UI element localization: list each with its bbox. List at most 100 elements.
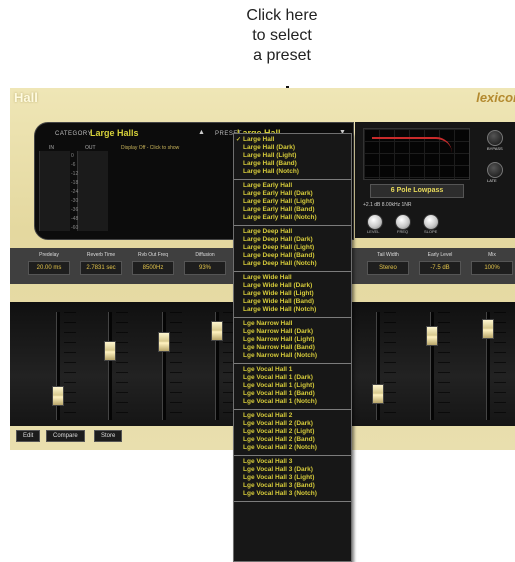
- param-rvb-out-freq[interactable]: Rvb Out Freq 8500Hz: [132, 252, 174, 278]
- preset-menu-item[interactable]: Lge Vocal Hall 2 (Light): [234, 428, 351, 436]
- preset-menu-item[interactable]: Large Early Hall (Dark): [234, 190, 351, 198]
- preset-menu-item[interactable]: Lge Vocal Hall 2 (Band): [234, 436, 351, 444]
- preset-menu-item-label: Large Hall (Band): [243, 160, 297, 167]
- preset-menu-item[interactable]: Large Deep Hall (Band): [234, 252, 351, 260]
- param-value[interactable]: Stereo: [367, 261, 409, 275]
- preset-menu-item[interactable]: Large Wide Hall (Band): [234, 298, 351, 306]
- preset-menu-item[interactable]: Lge Vocal Hall 1 (Light): [234, 382, 351, 390]
- fader-handle[interactable]: [372, 384, 384, 404]
- preset-group: ✓ Large Hall Large Hall (Dark) Large Hall (…: [234, 134, 351, 180]
- fader-scale: [116, 312, 128, 420]
- preset-menu-item[interactable]: Lge Narrow Hall: [234, 320, 351, 328]
- display-status-text[interactable]: Display Off - Click to show: [121, 145, 179, 151]
- param-value[interactable]: -7.5 dB: [419, 261, 461, 275]
- preset-group: Lge Vocal Hall 2 Lge Vocal Hall 2 (Dark) L…: [234, 410, 351, 456]
- category-label: CATEGORY: [55, 131, 93, 137]
- preset-menu-item-label: Large Hall (Light): [243, 152, 297, 159]
- preset-menu-item[interactable]: Large Early Hall: [234, 182, 351, 190]
- preset-menu-item-label: Lge Vocal Hall 2 (Light): [243, 428, 315, 435]
- fader-handle[interactable]: [426, 326, 438, 347]
- preset-menu-item-label: Lge Narrow Hall: [243, 320, 293, 327]
- preset-menu-item[interactable]: Large Wide Hall: [234, 274, 351, 282]
- param-tail-width[interactable]: Tail Width Stereo: [367, 252, 409, 278]
- late-button[interactable]: [487, 162, 503, 178]
- param-value[interactable]: 93%: [184, 261, 226, 275]
- preset-group: Lge Narrow Hall Lge Narrow Hall (Dark) Lge…: [234, 318, 351, 364]
- preset-menu-item[interactable]: Lge Vocal Hall 1: [234, 366, 351, 374]
- preset-menu-item[interactable]: Lge Vocal Hall 3 (Band): [234, 482, 351, 490]
- fader-scale: [384, 312, 396, 420]
- filter-mode-select[interactable]: 6 Pole Lowpass: [370, 184, 464, 198]
- preset-menu-item[interactable]: Lge Vocal Hall 3: [234, 458, 351, 466]
- preset-menu-item[interactable]: Lge Narrow Hall (Notch): [234, 352, 351, 360]
- preset-group: Lge Vocal Hall 1 Lge Vocal Hall 1 (Dark) L…: [234, 364, 351, 410]
- preset-menu-item[interactable]: Lge Vocal Hall 3 (Dark): [234, 466, 351, 474]
- preset-menu-item[interactable]: Lge Narrow Hall (Dark): [234, 328, 351, 336]
- param-predelay[interactable]: Predelay 20.00 ms: [28, 252, 70, 278]
- meter-tick: -18: [71, 180, 79, 186]
- param-value[interactable]: 100%: [471, 261, 513, 275]
- preset-menu-item[interactable]: Large Early Hall (Band): [234, 206, 351, 214]
- preset-menu-item[interactable]: Lge Vocal Hall 1 (Dark): [234, 374, 351, 382]
- preset-menu-item[interactable]: Large Hall (Light): [234, 152, 351, 160]
- param-value[interactable]: 2.7831 sec: [80, 261, 122, 275]
- param-value[interactable]: 20.00 ms: [28, 261, 70, 275]
- bypass-button[interactable]: [487, 130, 503, 146]
- edit-button[interactable]: Edit: [16, 430, 41, 442]
- brand-logo: lexicon: [476, 90, 515, 105]
- preset-menu-item[interactable]: Lge Vocal Hall 1 (Band): [234, 390, 351, 398]
- level-knob[interactable]: [367, 214, 383, 230]
- param-value[interactable]: 8500Hz: [132, 261, 174, 275]
- preset-menu-item[interactable]: Large Hall (Dark): [234, 144, 351, 152]
- fader-handle[interactable]: [104, 340, 116, 361]
- preset-menu-item[interactable]: Large Hall (Band): [234, 160, 351, 168]
- fader-handle[interactable]: [52, 385, 64, 406]
- param-name: Rvb Out Freq: [137, 252, 168, 258]
- preset-menu-item[interactable]: ✓ Large Hall: [234, 136, 351, 144]
- preset-menu-item[interactable]: Large Early Hall (Light): [234, 198, 351, 206]
- param-name: Predelay: [39, 252, 59, 258]
- preset-menu-item[interactable]: Lge Vocal Hall 3 (Notch): [234, 490, 351, 498]
- preset-menu-item[interactable]: Lge Vocal Hall 1 (Notch): [234, 398, 351, 406]
- preset-menu-item[interactable]: Large Deep Hall (Light): [234, 244, 351, 252]
- param-mix[interactable]: Mix 100%: [471, 252, 513, 278]
- preset-menu-item[interactable]: Large Deep Hall (Notch): [234, 260, 351, 268]
- preset-menu-item-label: Large Early Hall (Dark): [243, 190, 313, 197]
- preset-menu-item[interactable]: Large Deep Hall: [234, 228, 351, 236]
- preset-menu-item[interactable]: Lge Vocal Hall 2 (Notch): [234, 444, 351, 452]
- preset-menu-item-label: Lge Vocal Hall 1: [243, 366, 293, 373]
- preset-menu-item[interactable]: Lge Vocal Hall 2: [234, 412, 351, 420]
- meter-tick: -12: [71, 171, 79, 177]
- preset-menu-item-label: Lge Narrow Hall (Dark): [243, 328, 314, 335]
- fader-handle[interactable]: [158, 331, 170, 352]
- preset-menu-item[interactable]: Large Wide Hall (Light): [234, 290, 351, 298]
- fader-handle[interactable]: [211, 321, 223, 341]
- slope-knob[interactable]: [423, 214, 439, 230]
- preset-menu-item[interactable]: Large Deep Hall (Dark): [234, 236, 351, 244]
- preset-menu-item-label: Lge Vocal Hall 3 (Light): [243, 474, 315, 481]
- preset-menu-item[interactable]: Lge Vocal Hall 2 (Dark): [234, 420, 351, 428]
- meter-tick: 0: [71, 153, 74, 159]
- preset-menu-item[interactable]: Large Hall (Notch): [234, 168, 351, 176]
- param-early-level[interactable]: Early Level -7.5 dB: [419, 252, 461, 278]
- preset-menu-item[interactable]: Lge Narrow Hall (Band): [234, 344, 351, 352]
- plugin-name: Hall: [14, 90, 38, 105]
- param-reverb-time[interactable]: Reverb Time 2.7831 sec: [80, 252, 122, 278]
- param-diffusion[interactable]: Diffusion 93%: [184, 252, 226, 278]
- freq-knob[interactable]: [395, 214, 411, 230]
- store-button[interactable]: Store: [94, 430, 123, 442]
- preset-menu-item[interactable]: Lge Vocal Hall 3 (Light): [234, 474, 351, 482]
- fader-handle[interactable]: [482, 319, 494, 340]
- preset-menu-item[interactable]: Large Wide Hall (Dark): [234, 282, 351, 290]
- preset-menu-item[interactable]: Large Early Hall (Notch): [234, 214, 351, 222]
- preset-menu-item[interactable]: Large Wide Hall (Notch): [234, 306, 351, 314]
- preset-menu-item-label: Large Wide Hall (Notch): [243, 306, 317, 313]
- preset-menu-item-label: Lge Vocal Hall 1 (Dark): [243, 374, 313, 381]
- category-arrow-icon[interactable]: ▲: [198, 129, 205, 136]
- category-selector[interactable]: Large Halls: [90, 128, 139, 138]
- preset-menu-item[interactable]: Lge Narrow Hall (Light): [234, 336, 351, 344]
- preset-menu-item-label: Large Hall: [243, 136, 275, 143]
- preset-menu-item-label: Lge Vocal Hall 1 (Light): [243, 382, 315, 389]
- preset-menu-item-label: Large Early Hall (Light): [243, 198, 315, 205]
- compare-button[interactable]: Compare: [46, 430, 85, 442]
